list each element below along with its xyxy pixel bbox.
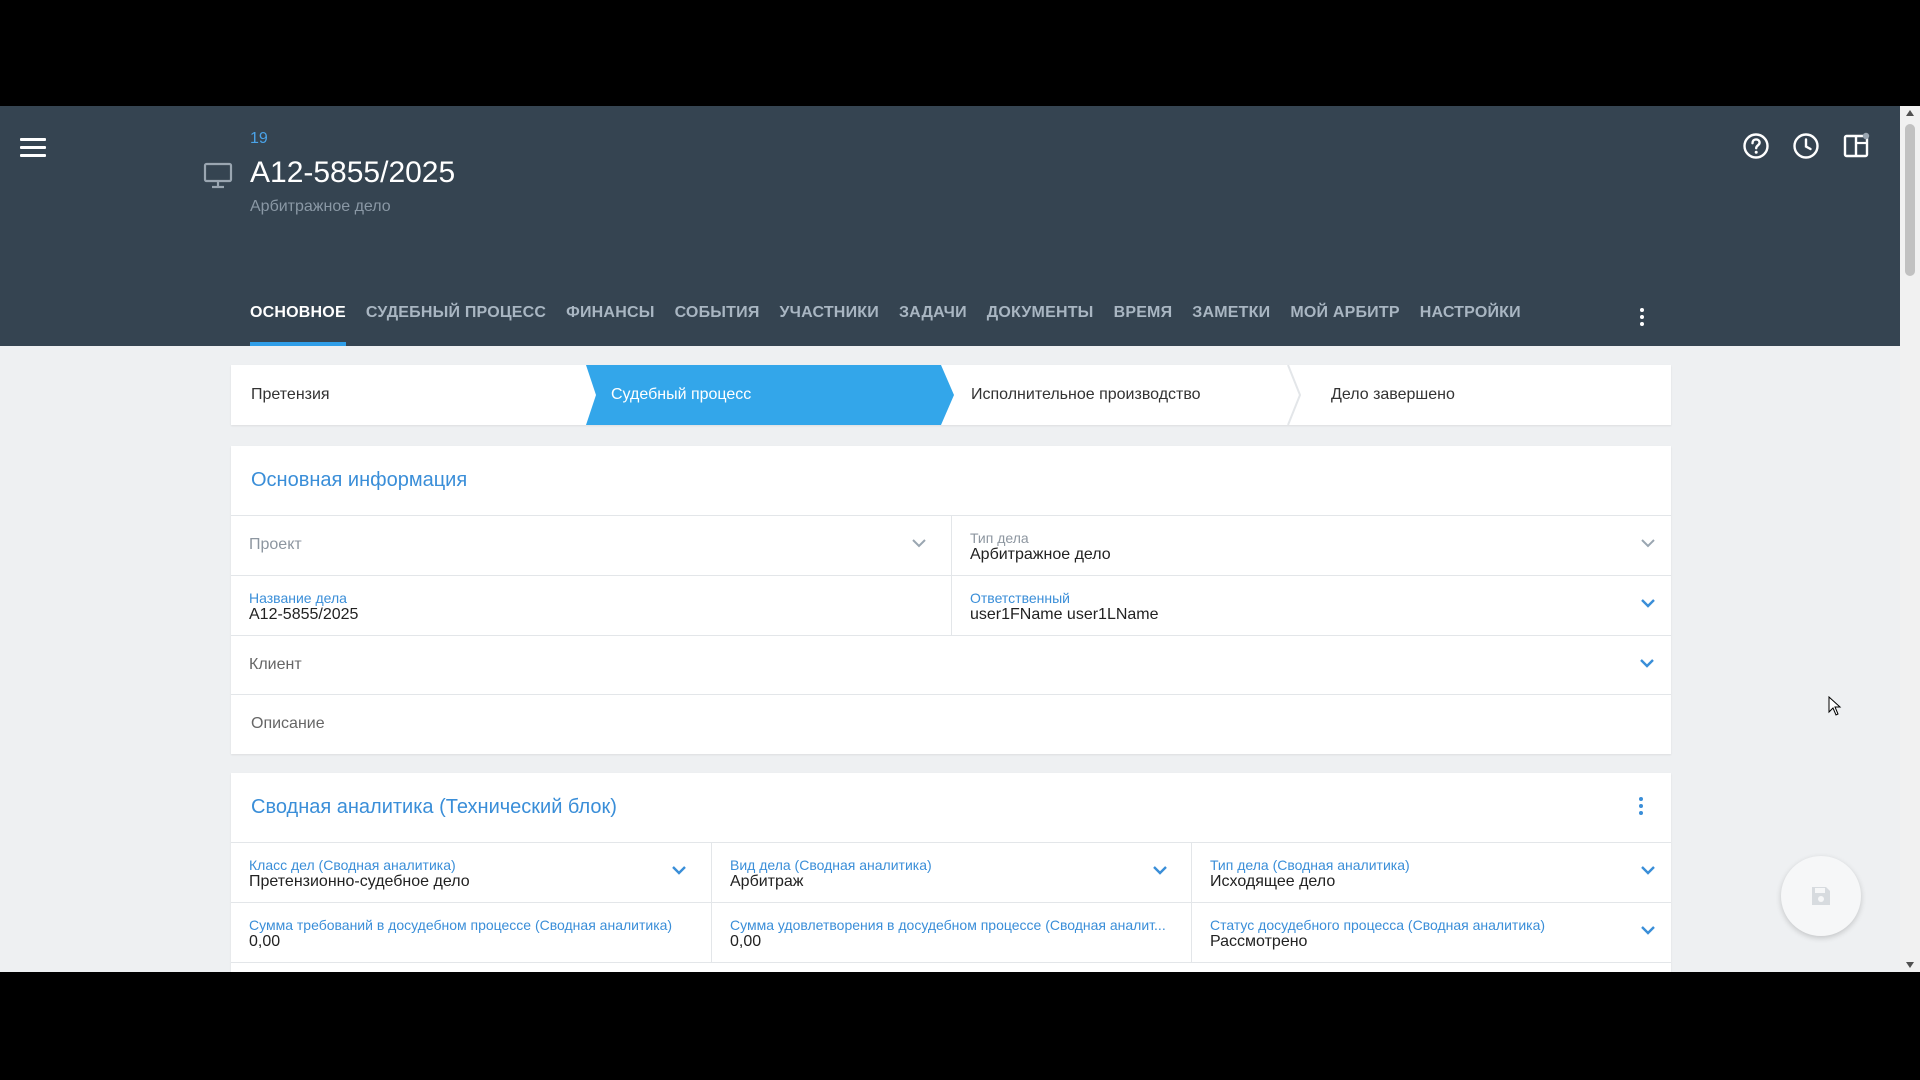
field-value: Арбитражное дело: [970, 546, 1111, 563]
page-title: А12-5855/2025: [250, 156, 456, 189]
tab-tasks[interactable]: ЗАДАЧИ: [899, 304, 967, 346]
stage-enforcement[interactable]: Исполнительное производство: [971, 365, 1201, 425]
chevron-down-icon: [1641, 866, 1655, 875]
field-value: Рассмотрено: [1210, 933, 1308, 950]
tab-court-process[interactable]: СУДЕБНЫЙ ПРОЦЕСС: [366, 304, 546, 346]
field-value: Арбитраж: [730, 873, 804, 890]
tab-time[interactable]: ВРЕМЯ: [1114, 304, 1173, 346]
analytics-case-type-select[interactable]: Тип дела (Сводная аналитика) Исходящее д…: [1191, 843, 1671, 902]
field-label: Ответственный: [970, 590, 1070, 606]
client-placeholder: Клиент: [249, 656, 302, 673]
field-label: Класс дел (Сводная аналитика): [249, 857, 456, 873]
case-header: 19 А12-5855/2025 Арбитражное дело ОСНОВН…: [0, 106, 1900, 346]
field-label: Сумма требований в досудебном процессе (…: [249, 917, 673, 933]
help-icon[interactable]: [1742, 132, 1770, 160]
tab-events[interactable]: СОБЫТИЯ: [675, 304, 760, 346]
field-value: user1FName user1LName: [970, 606, 1159, 623]
tab-main[interactable]: ОСНОВНОЕ: [250, 304, 346, 346]
chevron-down-icon: [1640, 659, 1654, 668]
field-value: 0,00: [249, 933, 281, 950]
analytics-satisfaction-amount-field[interactable]: Сумма удовлетворения в досудебном процес…: [711, 903, 1191, 962]
field-label: Название дела: [249, 590, 347, 606]
case-name-field[interactable]: Название дела А12-5855/2025: [231, 576, 951, 635]
field-value: Претензионно-судебное дело: [249, 873, 470, 890]
chevron-down-icon: [1153, 866, 1167, 875]
tab-documents[interactable]: ДОКУМЕНТЫ: [987, 304, 1094, 346]
field-label: Тип дела: [970, 530, 1029, 546]
case-number[interactable]: 19: [250, 130, 268, 148]
more-vertical-icon[interactable]: [1635, 795, 1647, 819]
client-select[interactable]: Клиент: [231, 636, 1671, 695]
scrollbar-thumb[interactable]: [1905, 124, 1915, 276]
menu-icon[interactable]: [20, 138, 46, 158]
description-placeholder: Описание: [251, 715, 325, 732]
analytics-case-kind-select[interactable]: Вид дела (Сводная аналитика) Арбитраж: [711, 843, 1191, 902]
save-icon: [1812, 887, 1830, 905]
tab-settings[interactable]: НАСТРОЙКИ: [1420, 304, 1521, 346]
app-window: 19 А12-5855/2025 Арбитражное дело ОСНОВН…: [0, 106, 1920, 972]
chevron-down-icon: [1641, 539, 1655, 548]
stage-court-process[interactable]: Судебный процесс: [611, 365, 751, 425]
chevron-down-icon: [1641, 599, 1655, 608]
field-value: А12-5855/2025: [249, 606, 359, 623]
field-value: Исходящее дело: [1210, 873, 1336, 890]
description-field[interactable]: Описание: [231, 695, 1671, 754]
field-label: Вид дела (Сводная аналитика): [730, 857, 932, 873]
field-label: Статус досудебного процесса (Сводная ана…: [1210, 917, 1546, 933]
tab-my-arbitr[interactable]: МОЙ АРБИТР: [1290, 304, 1399, 346]
project-placeholder: Проект: [249, 536, 302, 553]
monitor-icon: [203, 162, 233, 189]
stage-progress-bar: Претензия Судебный процесс Исполнительно…: [231, 365, 1671, 425]
chevron-down-icon: [912, 539, 926, 548]
tab-participants[interactable]: УЧАСТНИКИ: [780, 304, 879, 346]
history-clock-icon[interactable]: [1792, 132, 1820, 160]
stage-separator: [1287, 365, 1302, 425]
case-subtitle: Арбитражное дело: [250, 198, 391, 215]
section-title: Сводная аналитика (Технический блок): [251, 796, 617, 818]
case-type-select[interactable]: Тип дела Арбитражное дело: [951, 516, 1671, 575]
field-label: Тип дела (Сводная аналитика): [1210, 857, 1410, 873]
analytics-case-class-select[interactable]: Класс дел (Сводная аналитика) Претензион…: [231, 843, 711, 902]
analytics-card: Сводная аналитика (Технический блок) Кла…: [231, 773, 1671, 972]
stage-claim[interactable]: Претензия: [251, 365, 330, 425]
panel-layout-icon[interactable]: [1842, 132, 1870, 160]
vertical-scrollbar[interactable]: [1900, 106, 1920, 972]
field-value: 0,00: [730, 933, 762, 950]
main-info-card: Основная информация Проект Тип дела Арби…: [231, 446, 1671, 754]
analytics-pretrial-status-select[interactable]: Статус досудебного процесса (Сводная ана…: [1191, 903, 1671, 962]
chevron-down-icon: [1641, 926, 1655, 935]
stage-completed[interactable]: Дело завершено: [1331, 365, 1455, 425]
save-button[interactable]: [1781, 856, 1861, 936]
tab-bar: ОСНОВНОЕ СУДЕБНЫЙ ПРОЦЕСС ФИНАНСЫ СОБЫТИ…: [250, 304, 1521, 346]
responsible-select[interactable]: Ответственный user1FName user1LName: [951, 576, 1671, 635]
section-title: Основная информация: [251, 469, 468, 491]
more-vertical-icon[interactable]: [1636, 306, 1648, 330]
tab-finances[interactable]: ФИНАНСЫ: [566, 304, 654, 346]
analytics-claim-amount-field[interactable]: Сумма требований в досудебном процессе (…: [231, 903, 711, 962]
tab-notes[interactable]: ЗАМЕТКИ: [1192, 304, 1270, 346]
mouse-cursor-icon: [1828, 696, 1842, 716]
chevron-down-icon: [672, 866, 686, 875]
project-select[interactable]: Проект: [231, 516, 951, 575]
scroll-down-arrow-icon[interactable]: [1905, 961, 1915, 969]
scroll-up-arrow-icon[interactable]: [1905, 109, 1915, 117]
field-label: Сумма удовлетворения в досудебном процес…: [730, 917, 1166, 933]
